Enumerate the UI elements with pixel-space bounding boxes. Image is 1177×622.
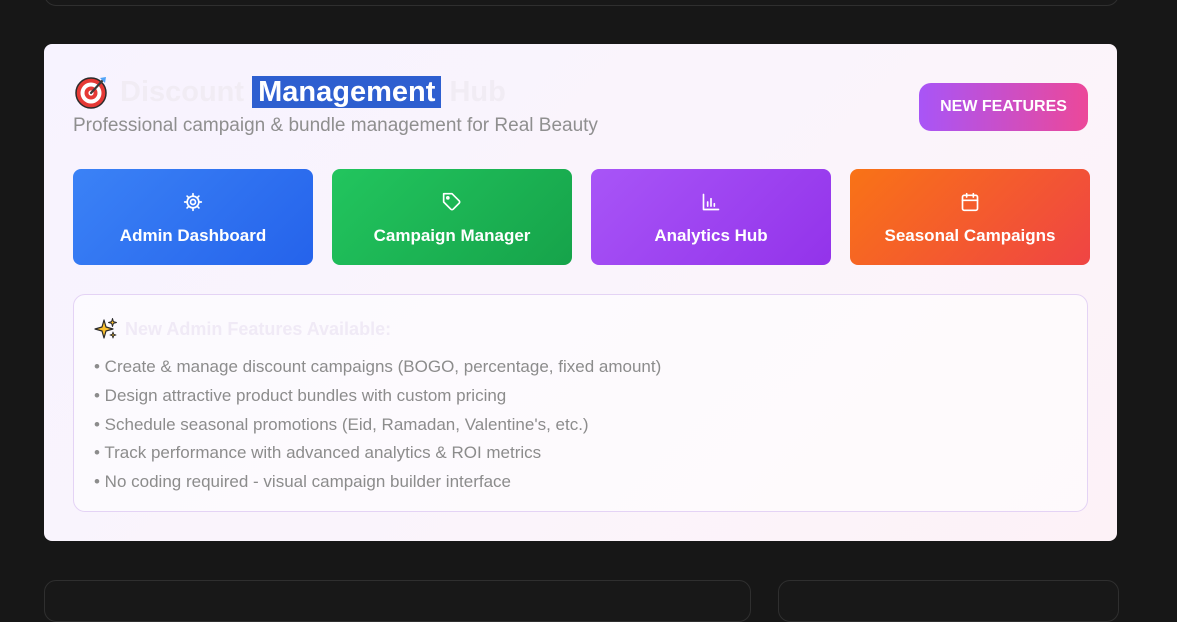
seasonal-campaigns-label: Seasonal Campaigns [884, 226, 1056, 245]
admin-dashboard-label: Admin Dashboard [119, 226, 267, 245]
features-title: New Admin Features Available: [125, 318, 392, 339]
features-list: • Create & manage discount campaigns (BO… [94, 353, 661, 497]
admin-nav-grid: Admin Dashboard Campaign Manager Analyti… [73, 169, 1090, 265]
seasonal-campaigns-button[interactable]: Seasonal Campaigns [850, 169, 1090, 265]
next-card-edge-right [778, 580, 1119, 622]
feature-item: • Schedule seasonal promotions (Eid, Ram… [94, 414, 589, 434]
gear-icon [183, 192, 203, 212]
page-subtitle: Professional campaign & bundle managemen… [73, 115, 598, 136]
title-part-hub: Hub [441, 75, 506, 108]
bar-chart-icon [702, 193, 720, 211]
new-features-button[interactable]: NEW FEATURES [919, 83, 1088, 131]
sparkles-icon [94, 318, 117, 339]
campaign-manager-label: Campaign Manager [373, 226, 531, 245]
calendar-icon [961, 192, 979, 212]
discount-hub-card: Discount Management Hub Professional cam… [44, 44, 1117, 541]
page-title-row: Discount Management Hub [74, 74, 506, 110]
title-selected-text: Management [252, 75, 442, 108]
next-card-edge-left [44, 580, 751, 622]
admin-dashboard-button[interactable]: Admin Dashboard [73, 169, 313, 265]
tag-icon [442, 192, 461, 211]
features-header: New Admin Features Available: [94, 317, 391, 341]
title-part-discount: Discount [120, 75, 253, 108]
target-icon [75, 77, 107, 109]
previous-card-edge [44, 0, 1119, 6]
feature-item: • Design attractive product bundles with… [94, 385, 507, 405]
campaign-manager-button[interactable]: Campaign Manager [332, 169, 572, 265]
page-title: Discount Management Hub [120, 75, 506, 109]
new-features-panel: New Admin Features Available: • Create &… [73, 294, 1088, 512]
feature-item: • Track performance with advanced analyt… [94, 443, 542, 463]
feature-item: • No coding required - visual campaign b… [94, 472, 512, 492]
analytics-hub-label: Analytics Hub [654, 226, 768, 245]
feature-item: • Create & manage discount campaigns (BO… [94, 357, 662, 376]
analytics-hub-button[interactable]: Analytics Hub [591, 169, 831, 265]
